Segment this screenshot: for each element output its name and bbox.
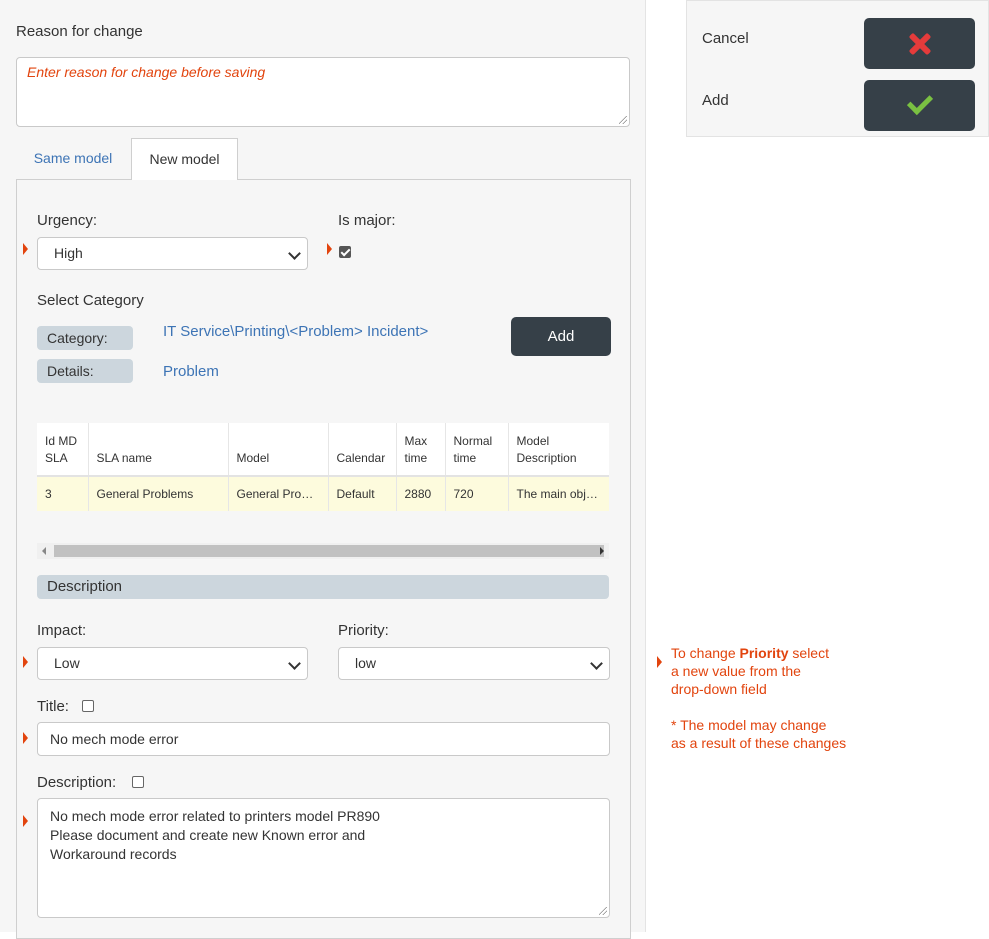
impact-label: Impact: [37,622,87,639]
impact-select[interactable]: Low [37,647,308,680]
cell-id: 3 [37,476,89,511]
resize-grip-icon[interactable] [599,907,607,915]
column-header-id-md-sla[interactable]: Id MD SLA [37,423,89,477]
description-line: No mech mode error related to printers m… [50,808,380,824]
description-line: Please document and create new Known err… [50,827,366,843]
required-marker-icon [327,243,332,255]
scroll-left-icon[interactable] [42,547,46,555]
resize-grip-icon[interactable] [619,116,627,124]
priority-hint: To change Priority select a new value fr… [671,645,829,697]
description-section-header: Description [37,575,609,599]
priority-label: Priority: [338,622,389,639]
title-input[interactable]: No mech mode error [37,722,610,756]
impact-value: Low [54,655,80,671]
required-marker-icon [23,815,28,827]
cell-model: General Problems [228,476,329,511]
cell-sla-name: General Problems [88,476,229,511]
required-marker-icon [23,656,28,668]
reason-placeholder: Enter reason for change before saving [27,64,266,80]
category-label: Category: [37,326,133,350]
title-label: Title: [37,698,69,715]
scrollbar-thumb[interactable] [54,545,604,557]
cancel-label: Cancel [702,30,749,47]
description-checkbox[interactable] [132,776,144,788]
table-header-row: Id MD SLA SLA name Model Calendar Max time… [37,423,609,477]
action-panel: Cancel Add [686,0,989,137]
cell-max-time: 2880 [396,476,446,511]
details-value-link[interactable]: Problem [163,363,219,380]
priority-bold-word: Priority [739,645,789,661]
urgency-select[interactable]: High [37,237,308,270]
add-button[interactable] [864,80,975,131]
category-value-link[interactable]: IT Service\Printing\<Problem> Incident> [163,323,428,340]
description-line: Workaround records [50,846,177,862]
column-header-calendar[interactable]: Calendar [328,423,397,477]
column-header-sla-name[interactable]: SLA name [88,423,229,477]
column-header-max-time[interactable]: Max time [396,423,446,477]
model-change-note: * The model may change as a result of th… [671,717,847,751]
check-icon [906,89,933,116]
chevron-down-icon [288,247,301,260]
details-label: Details: [37,359,133,383]
tab-new-model[interactable]: New model [131,138,238,180]
tab-same-model[interactable]: Same model [16,138,130,179]
column-header-model-description[interactable]: Model Description [508,423,609,477]
title-checkbox[interactable] [82,700,94,712]
cell-model-description: The main objective [508,476,609,511]
urgency-value: High [54,245,83,261]
reason-textarea[interactable]: Enter reason for change before saving [16,57,630,127]
required-marker-icon [23,732,28,744]
chevron-down-icon [590,657,603,670]
cancel-button[interactable] [864,18,975,69]
x-icon [907,31,933,57]
chevron-down-icon [288,657,301,670]
column-header-normal-time[interactable]: Normal time [445,423,509,477]
cell-calendar: Default [328,476,397,511]
sla-table: Id MD SLA SLA name Model Calendar Max time… [37,423,609,511]
add-label: Add [702,92,729,109]
hint-marker-icon [657,656,662,668]
change-form-panel: Reason for change Enter reason for chang… [0,0,646,939]
is-major-label: Is major: [338,212,396,229]
description-textarea[interactable]: No mech mode error related to printers m… [37,798,610,918]
column-header-model[interactable]: Model [228,423,329,477]
add-category-button[interactable]: Add [511,317,611,356]
cell-normal-time: 720 [445,476,509,511]
reason-label: Reason for change [16,23,143,40]
scroll-right-icon[interactable] [600,547,604,555]
select-category-label: Select Category [37,292,144,309]
priority-value: low [355,655,377,671]
urgency-label: Urgency: [37,212,98,229]
table-horizontal-scrollbar[interactable] [37,543,609,559]
description-label: Description: [37,774,117,791]
required-marker-icon [23,243,28,255]
table-row[interactable]: 3 General Problems General Problems Defa… [37,476,609,511]
priority-select[interactable]: low [338,647,610,680]
is-major-checkbox[interactable] [339,246,351,258]
